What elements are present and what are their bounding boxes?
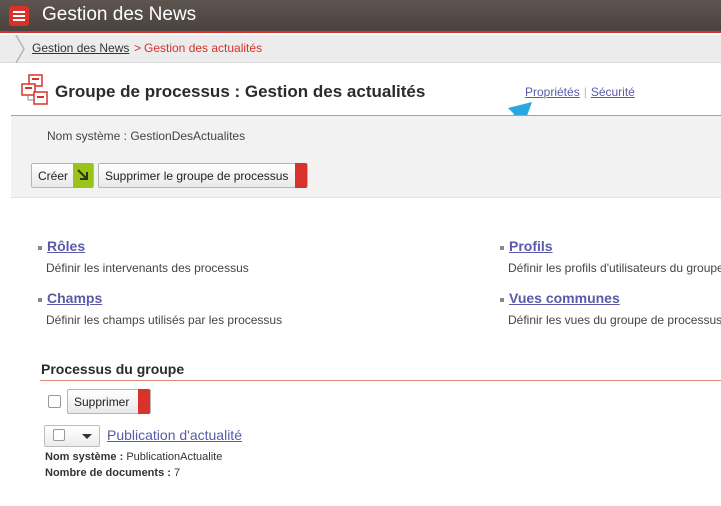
roles-bullet-icon [38,246,42,250]
breadcrumb-current: Gestion des actualités [144,41,263,55]
champs-description: Définir les champs utilisés par les proc… [46,313,283,327]
process-document-count-value: 7 [173,467,181,479]
breadcrumb: Gestion des News > Gestion des actualité… [0,35,721,63]
breadcrumb-home-link[interactable]: Gestion des News [32,41,129,55]
process-checkbox[interactable] [53,429,65,441]
process-group-icon [21,74,48,105]
vues-communes-link[interactable]: Vues communes [509,290,620,306]
process-group-heading: Processus du groupe [41,361,185,377]
delete-group-button[interactable]: Supprimer le groupe de processus [98,163,308,188]
process-document-count-label: Nombre de documents : [45,467,171,479]
process-system-name-label: Nom système : [45,451,124,463]
select-all-checkbox[interactable] [48,395,61,408]
delete-process-button[interactable]: Supprimer [67,389,151,414]
roles-link[interactable]: Rôles [47,238,85,254]
app-header: Gestion des News [0,0,721,33]
create-button[interactable]: Créer [31,163,94,188]
delete-group-marker-icon [295,163,307,188]
header-links: Propriétés | Sécurité [525,85,635,99]
delete-process-button-label: Supprimer [74,395,130,409]
delete-process-marker-icon [138,389,150,414]
champs-link[interactable]: Champs [47,290,102,306]
roles-description: Définir les intervenants des processus [46,261,249,275]
vues-bullet-icon [500,298,504,302]
section-divider [40,380,721,381]
delete-group-button-label: Supprimer le groupe de processus [105,169,289,183]
system-name: Nom système : GestionDesActualites [47,129,246,143]
create-button-label: Créer [38,169,69,183]
chevron-down-icon [82,434,92,439]
process-system-name-value: PublicationActualite [126,451,223,463]
security-link[interactable]: Sécurité [591,85,635,99]
breadcrumb-separator: > [134,41,142,55]
app-title: Gestion des News [42,4,197,25]
app-logo-icon [9,6,29,26]
champs-bullet-icon [38,298,42,302]
page-title: Groupe de processus : Gestion des actual… [55,82,426,101]
process-action-dropdown[interactable] [44,425,100,447]
properties-link[interactable]: Propriétés [525,85,580,99]
process-link[interactable]: Publication d'actualité [107,427,242,443]
profils-link[interactable]: Profils [509,238,553,254]
create-arrow-icon [73,163,93,188]
process-system-name: Nom système : PublicationActualite [45,451,222,463]
process-document-count: Nombre de documents : 7 [45,467,180,479]
breadcrumb-chevron-icon [15,35,25,63]
vues-communes-description: Définir les vues du groupe de processus [508,313,721,327]
links-separator: | [583,85,587,99]
profils-bullet-icon [500,246,504,250]
profils-description: Définir les profils d'utilisateurs du gr… [508,261,721,275]
info-panel: Nom système : GestionDesActualites Créer… [11,115,721,198]
